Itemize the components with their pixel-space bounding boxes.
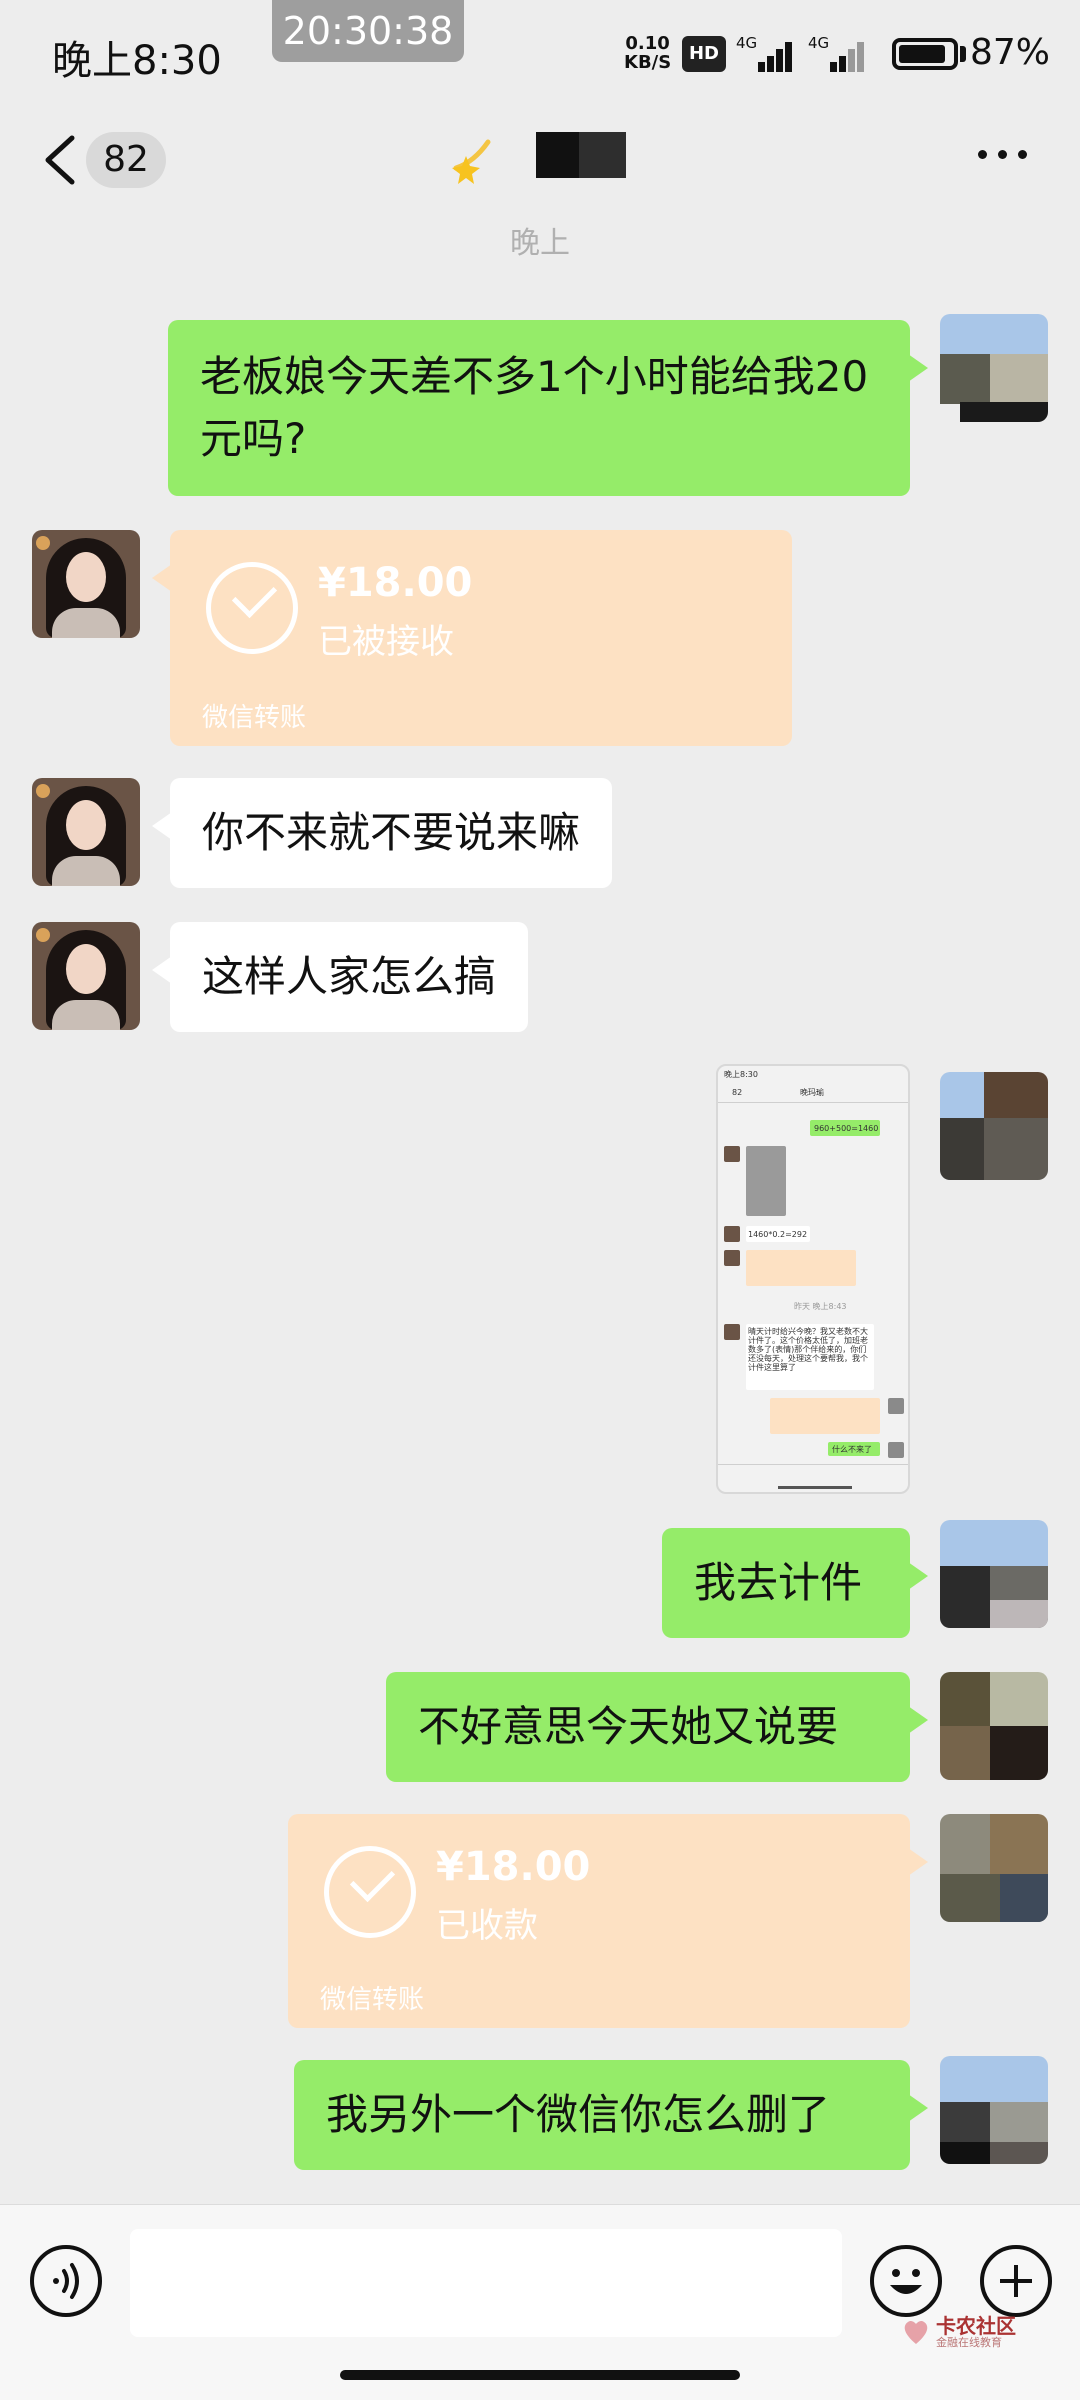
transfer-status: 已被接收 — [318, 622, 454, 662]
emoji-icon[interactable] — [870, 2245, 942, 2317]
thumb-title: 晚玛瑜 — [800, 1088, 824, 1097]
signal-2-type: 4G — [808, 34, 830, 52]
shooting-star-icon — [452, 139, 491, 184]
watermark-logo-icon — [904, 2321, 928, 2344]
hd-voice-icon: HD — [682, 36, 726, 72]
more-options-icon[interactable] — [978, 146, 1030, 162]
time-separator: 晚上 — [510, 226, 570, 261]
thumb-white-1: 1460*0.2=292 — [748, 1230, 808, 1239]
signal-2-icon: 4G — [808, 34, 868, 72]
status-bar: 晚上8:30 20:30:38 0.10 KB/S HD 4G 4G 87% — [0, 0, 1080, 100]
my-avatar[interactable] — [940, 1072, 1048, 1180]
message-outgoing[interactable]: 老板娘今天差不多1个小时能给我20元吗? — [168, 320, 928, 496]
check-circle-icon — [324, 1846, 416, 1938]
contact-avatar[interactable] — [32, 922, 140, 1030]
image-message-screenshot[interactable]: 晚上8:30 82 晚玛瑜 960+500=1460 1460*0.2=292 … — [716, 1064, 910, 1494]
transfer-amount: ¥18.00 — [318, 560, 473, 606]
my-avatar[interactable] — [940, 2056, 1048, 2164]
transfer-label: 微信转账 — [202, 703, 307, 733]
screen-record-timer[interactable]: 20:30:38 — [272, 0, 464, 62]
message-incoming[interactable]: 这样人家怎么搞 — [151, 922, 529, 1032]
transfer-label: 微信转账 — [320, 1985, 425, 2015]
battery-icon — [892, 38, 958, 70]
network-speed-unit: KB/S — [624, 52, 672, 73]
check-circle-icon — [206, 562, 298, 654]
transfer-card-received[interactable]: ¥18.00 已被接收 微信转账 — [152, 530, 792, 746]
transfer-status: 已收款 — [436, 1906, 538, 1946]
network-speed-value: 0.10 — [625, 33, 670, 54]
my-avatar[interactable] — [940, 1672, 1048, 1780]
thumb-status-time: 晚上8:30 — [724, 1070, 758, 1079]
signal-1-icon: 4G — [736, 34, 796, 72]
contact-name-redacted[interactable] — [536, 132, 626, 178]
my-avatar[interactable] — [940, 1814, 1048, 1922]
home-indicator[interactable] — [340, 2370, 740, 2380]
thumb-long-text: 晴天计时给兴今晚？我又老数不大计件了。这个价格太低了，加班老数多了(表情)那个伴… — [748, 1327, 868, 1372]
message-outgoing[interactable]: 不好意思今天她又说要 — [386, 1672, 928, 1782]
status-time: 晚上8:30 — [52, 38, 222, 84]
transfer-card-collected[interactable]: ¥18.00 已收款 微信转账 — [288, 1814, 928, 2028]
back-arrow-icon[interactable] — [38, 132, 84, 188]
voice-input-icon[interactable] — [30, 2245, 102, 2317]
signal-1-type: 4G — [736, 34, 758, 52]
my-avatar[interactable] — [940, 1520, 1048, 1628]
transfer-amount: ¥18.00 — [436, 1844, 591, 1890]
contact-avatar[interactable] — [32, 530, 140, 638]
message-input[interactable] — [130, 2229, 842, 2337]
network-speed: 0.10 KB/S — [624, 34, 671, 72]
unread-count-badge[interactable]: 82 — [86, 132, 166, 188]
message-incoming[interactable]: 你不来就不要说来嘛 — [151, 778, 613, 888]
watermark-subtitle: 金融在线教育 — [936, 2336, 1002, 2349]
message-outgoing[interactable]: 我去计件 — [662, 1528, 928, 1638]
thumb-green-2: 什么不来了 — [832, 1445, 872, 1454]
battery-percent: 87% — [970, 32, 1051, 73]
my-avatar[interactable] — [940, 314, 1048, 422]
thumb-back: 82 — [732, 1088, 743, 1097]
message-outgoing[interactable]: 我另外一个微信你怎么删了 — [294, 2060, 928, 2170]
thumb-time: 昨天 晚上8:43 — [794, 1302, 847, 1311]
thumb-green-1: 960+500=1460 — [814, 1124, 879, 1133]
contact-avatar[interactable] — [32, 778, 140, 886]
add-more-icon[interactable] — [980, 2245, 1052, 2317]
watermark: 卡农社区 金融在线教育 — [900, 2310, 1040, 2360]
